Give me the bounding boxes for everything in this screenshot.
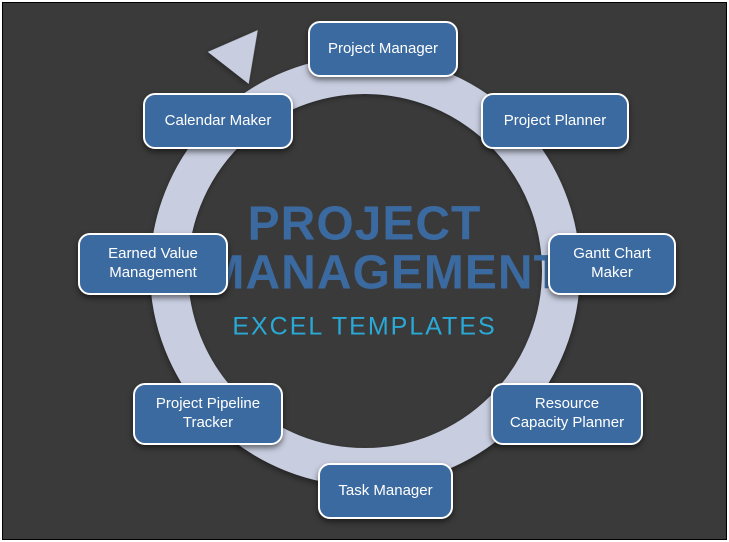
cycle-node-1: Project Planner <box>481 93 629 149</box>
cycle-node-label: Resource Capacity Planner <box>510 395 624 433</box>
center-title-block: PROJECT MANAGEMENT EXCEL TEMPLATES <box>205 201 525 342</box>
cycle-node-label: Gantt Chart Maker <box>573 245 651 283</box>
cycle-node-label: Task Manager <box>338 482 432 501</box>
cycle-node-4: Task Manager <box>318 463 453 519</box>
cycle-node-label: Earned Value Management <box>108 245 198 283</box>
cycle-node-label: Project Manager <box>328 40 438 59</box>
cycle-node-label: Project Planner <box>504 112 607 131</box>
main-title: PROJECT MANAGEMENT <box>205 201 525 299</box>
cycle-node-7: Calendar Maker <box>143 93 293 149</box>
cycle-node-2: Gantt Chart Maker <box>548 233 676 295</box>
main-title-line1: PROJECT <box>248 198 482 251</box>
cycle-node-6: Earned Value Management <box>78 233 228 295</box>
diagram-frame: PROJECT MANAGEMENT EXCEL TEMPLATES Proje… <box>2 2 727 540</box>
cycle-node-label: Calendar Maker <box>165 112 272 131</box>
cycle-node-label: Project Pipeline Tracker <box>156 395 260 433</box>
subtitle: EXCEL TEMPLATES <box>205 312 525 341</box>
main-title-line2: MANAGEMENT <box>205 247 564 300</box>
cycle-node-5: Project Pipeline Tracker <box>133 383 283 445</box>
cycle-node-3: Resource Capacity Planner <box>491 383 643 445</box>
cycle-arrowhead-icon <box>207 14 278 84</box>
cycle-node-0: Project Manager <box>308 21 458 77</box>
